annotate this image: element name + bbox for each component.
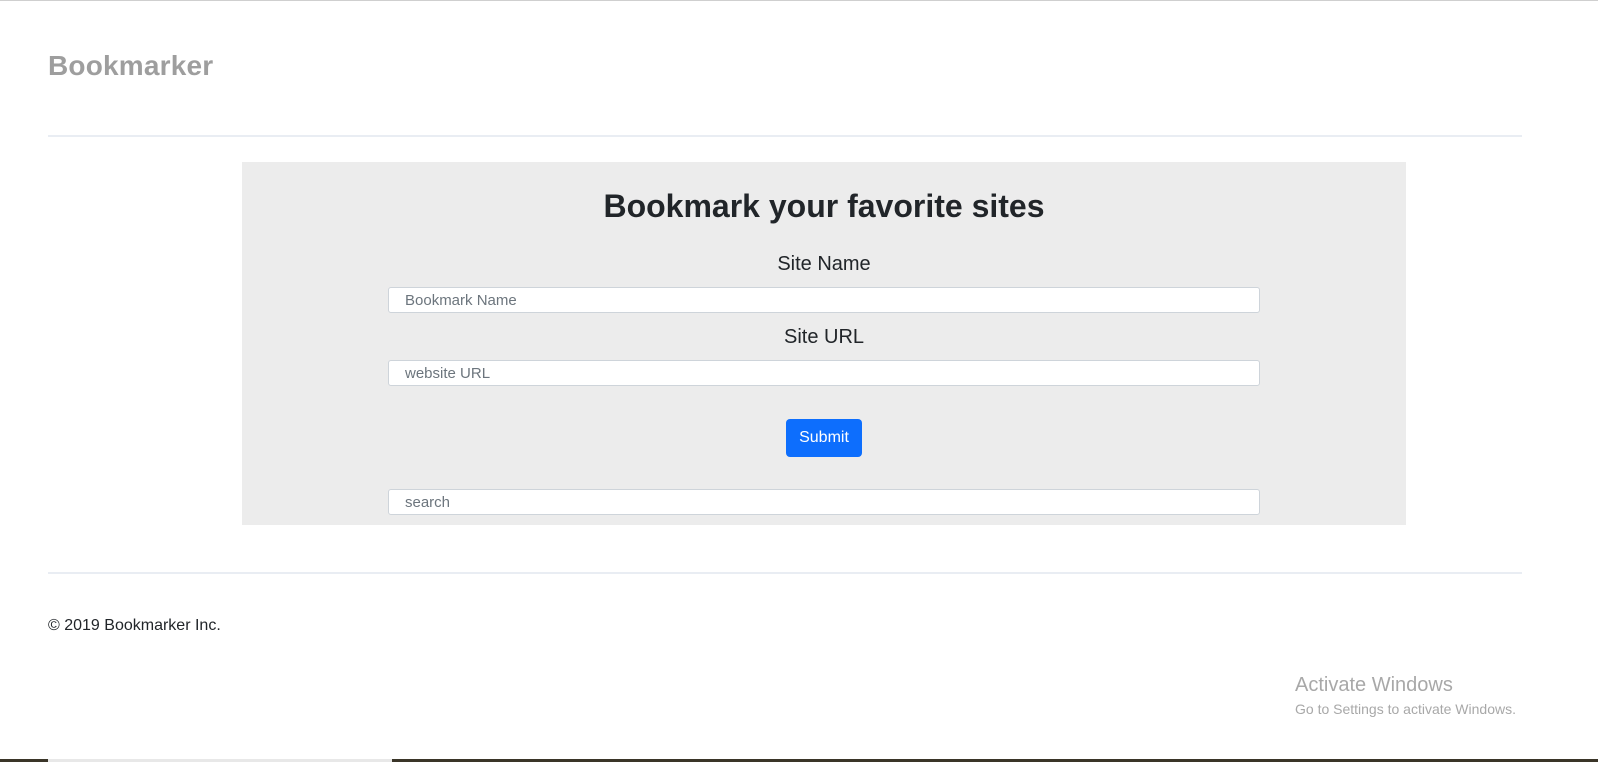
footer-copyright: © 2019 Bookmarker Inc. [48,617,221,634]
footer-divider [48,572,1522,574]
brand-logo-text[interactable]: Bookmarker [48,50,213,82]
site-url-input[interactable] [389,361,1259,385]
activate-windows-title: Activate Windows [1295,674,1453,696]
site-url-label: Site URL [783,326,865,348]
bookmark-form-panel: Bookmark your favorite sites Site Name S… [242,162,1406,525]
top-border [0,0,1598,1]
page-title: Bookmark your favorite sites [603,188,1045,224]
header-divider [48,135,1522,137]
search-input[interactable] [389,490,1259,514]
site-name-input[interactable] [389,288,1259,312]
site-name-label: Site Name [777,253,871,275]
submit-button[interactable]: Submit [786,419,862,457]
site-url-field [388,360,1260,386]
activate-windows-watermark: Activate Windows Go to Settings to activ… [1295,674,1516,717]
activate-windows-subtitle: Go to Settings to activate Windows. [1295,701,1516,717]
site-name-field [388,287,1260,313]
search-field [388,489,1260,515]
